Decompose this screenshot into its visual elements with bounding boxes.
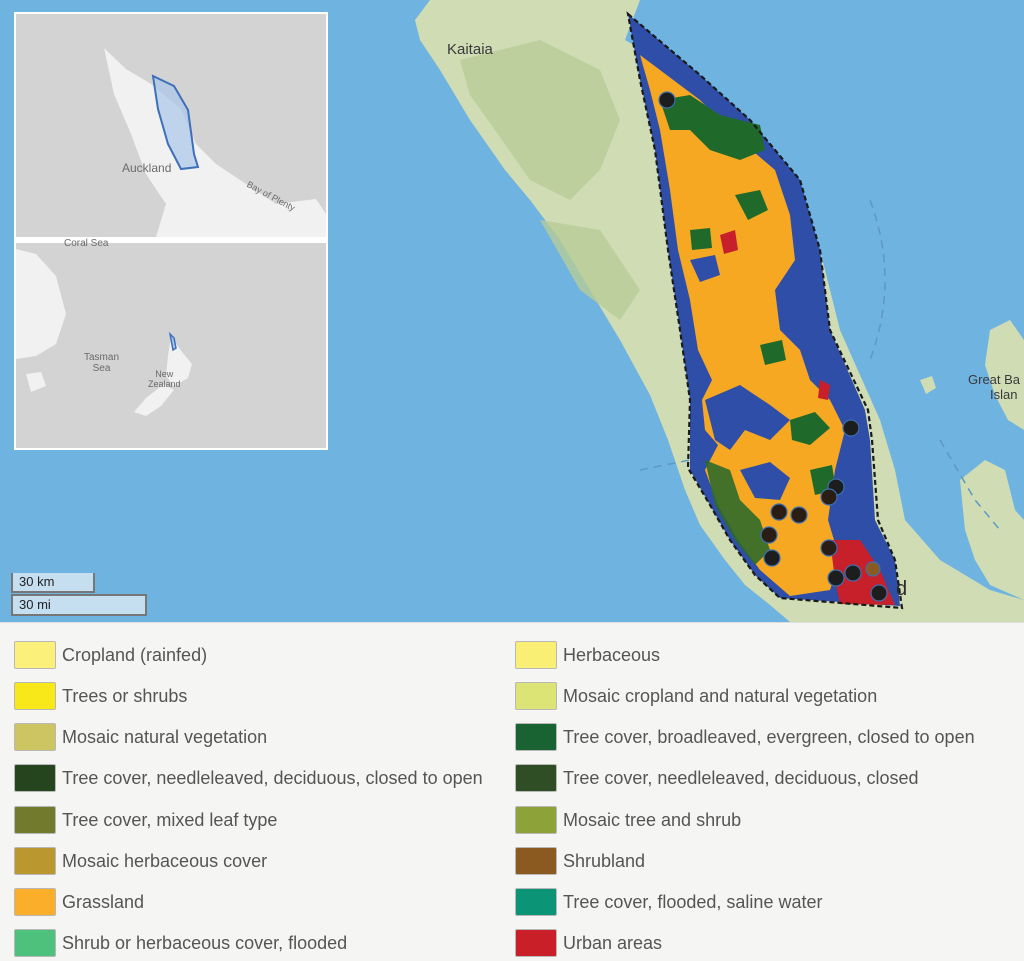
legend-item: Cropland (rainfed) — [14, 639, 207, 671]
inset-label-auckland: Auckland — [122, 161, 172, 175]
legend-label: Tree cover, needleleaved, deciduous, clo… — [563, 767, 919, 788]
legend-label: Tree cover, needleleaved, deciduous, clo… — [62, 767, 483, 788]
main-map[interactable]: Kaitaia Great Ba Islan d Auckland Bay of… — [0, 0, 1024, 622]
legend-label: Mosaic natural vegetation — [62, 726, 268, 747]
legend-swatch — [14, 888, 56, 916]
legend-item: Mosaic tree and shrub — [515, 804, 741, 836]
legend-swatch — [14, 682, 56, 710]
site-marker[interactable] — [865, 561, 881, 577]
legend-item: Tree cover, needleleaved, deciduous, clo… — [515, 762, 919, 794]
site-marker[interactable] — [763, 549, 781, 567]
legend-item: Shrubland — [515, 845, 645, 877]
legend-item: Mosaic cropland and natural vegetation — [515, 680, 877, 712]
legend-label: Tree cover, flooded, saline water — [563, 891, 823, 912]
label-auckland-partial: d — [896, 578, 908, 600]
legend-swatch — [515, 806, 557, 834]
legend-swatch — [14, 764, 56, 792]
legend-label: Mosaic herbaceous cover — [62, 850, 268, 871]
legend-swatch — [14, 847, 56, 875]
legend-swatch — [515, 641, 557, 669]
site-marker[interactable] — [844, 564, 862, 582]
legend-label: Shrubland — [563, 850, 646, 871]
legend-label: Cropland (rainfed) — [62, 644, 208, 665]
inset-label-tasman-sea: Tasman Sea — [84, 352, 120, 374]
legend: Cropland (rainfed) Trees or shrubs Mosaic … — [0, 622, 1024, 961]
legend-swatch — [14, 806, 56, 834]
legend-label: Mosaic tree and shrub — [563, 809, 742, 830]
site-marker[interactable] — [760, 526, 778, 544]
legend-swatch — [515, 929, 557, 957]
scale-bar-mi: 30 mi — [11, 594, 147, 616]
legend-swatch — [515, 847, 557, 875]
legend-item: Grassland — [14, 886, 144, 918]
legend-item: Shrub or herbaceous cover, flooded — [14, 927, 347, 959]
legend-label: Tree cover, broadleaved, evergreen, clos… — [563, 726, 975, 747]
legend-item: Tree cover, needleleaved, deciduous, clo… — [14, 762, 483, 794]
legend-label: Urban areas — [563, 932, 663, 953]
site-marker[interactable] — [870, 584, 888, 602]
legend-item: Tree cover, mixed leaf type — [14, 804, 277, 836]
inset-locator-maps: Auckland Bay of Plenty Coral Sea Tasman … — [14, 12, 328, 450]
legend-label: Herbaceous — [563, 644, 661, 665]
site-marker[interactable] — [790, 506, 808, 524]
legend-swatch — [14, 723, 56, 751]
legend-label: Tree cover, mixed leaf type — [62, 809, 278, 830]
legend-label: Mosaic cropland and natural vegetation — [563, 685, 878, 706]
legend-label: Shrub or herbaceous cover, flooded — [62, 932, 348, 953]
inset-divider — [16, 237, 326, 243]
legend-item: Mosaic natural vegetation — [14, 721, 267, 753]
legend-swatch — [515, 888, 557, 916]
label-kaitaia: Kaitaia — [447, 41, 493, 58]
legend-swatch — [14, 641, 56, 669]
site-marker[interactable] — [820, 488, 838, 506]
legend-label: Trees or shrubs — [62, 685, 188, 706]
label-great-barrier: Great Ba — [968, 372, 1021, 387]
site-marker[interactable] — [658, 91, 676, 109]
legend-swatch — [515, 682, 557, 710]
legend-item: Mosaic herbaceous cover — [14, 845, 267, 877]
legend-label: Grassland — [62, 891, 145, 912]
inset-label-new-zealand: New Zealand — [148, 369, 181, 389]
scale-bar-km: 30 km — [11, 573, 95, 593]
legend-item: Urban areas — [515, 927, 662, 959]
label-great-barrier-2: Islan — [990, 387, 1018, 402]
legend-swatch — [515, 764, 557, 792]
site-marker[interactable] — [820, 539, 838, 557]
legend-swatch — [515, 723, 557, 751]
inset-label-coral-sea: Coral Sea — [64, 238, 109, 249]
legend-item: Tree cover, flooded, saline water — [515, 886, 822, 918]
legend-swatch — [14, 929, 56, 957]
legend-item: Herbaceous — [515, 639, 660, 671]
site-marker[interactable] — [770, 503, 788, 521]
site-marker[interactable] — [827, 569, 845, 587]
legend-item: Tree cover, broadleaved, evergreen, clos… — [515, 721, 975, 753]
site-marker[interactable] — [842, 419, 860, 437]
legend-item: Trees or shrubs — [14, 680, 187, 712]
